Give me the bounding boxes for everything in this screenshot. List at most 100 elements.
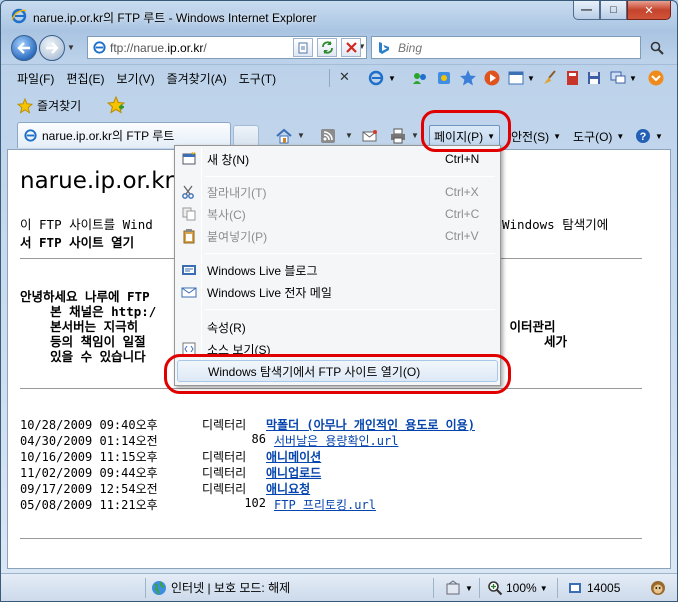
arrow-left-icon [17, 42, 30, 54]
menu-view[interactable]: 보기(V) [110, 70, 160, 86]
messenger-icon[interactable] [411, 69, 429, 87]
home-icon[interactable] [275, 127, 293, 145]
menu-bar: 파일(F) 편집(E) 보기(V) 즐겨찾기(A) 도구(T) ✕ ▼ ▼ ▼ [1, 64, 677, 90]
item-link[interactable]: FTP 프리토킹.url [274, 496, 376, 513]
favorites-button[interactable]: 즐겨찾기 [17, 97, 81, 114]
menu-separator [205, 253, 495, 254]
save-icon[interactable] [585, 69, 603, 87]
addon-monkey-icon[interactable] [649, 579, 667, 597]
menu-item-view-source[interactable]: 소스 보기(S) [177, 338, 498, 360]
menu-file[interactable]: 파일(F) [11, 70, 60, 86]
add-favorite-icon[interactable] [107, 96, 125, 114]
menu-separator [329, 69, 330, 87]
counter-value: 14005 [587, 581, 621, 595]
menu-tools[interactable]: 도구(T) [233, 70, 282, 86]
ie-toolbar-icon[interactable] [367, 69, 385, 87]
zoom-control[interactable]: 100% ▼ [487, 580, 548, 596]
tools-menu-button[interactable]: 도구(O) ▼ [569, 125, 628, 147]
tools-menu-chevron-icon: ▼ [616, 131, 625, 141]
minimize-button[interactable]: — [573, 1, 600, 20]
copy-icon [182, 207, 196, 221]
protected-mode-dropdown[interactable]: ▼ [465, 584, 473, 593]
menu-item-new-window[interactable]: 새 창(N) Ctrl+N [177, 148, 498, 170]
compatibility-view-button[interactable] [293, 38, 313, 57]
close-toolbar-button[interactable]: ✕ [339, 69, 350, 85]
menu-favorites[interactable]: 즐겨찾기(A) [161, 70, 233, 86]
search-box[interactable] [371, 36, 641, 59]
item-link[interactable]: 애니메이션 [266, 448, 321, 465]
globe-icon [152, 580, 166, 595]
search-icon [650, 41, 664, 55]
recent-pages-dropdown[interactable]: ▼ [67, 43, 75, 52]
menu-item-open-ftp-in-explorer[interactable]: Windows 탐색기에서 FTP 사이트 열기(O) [177, 360, 498, 382]
zoom-level: 100% [506, 581, 537, 595]
new-tab-button[interactable] [233, 125, 259, 147]
feed-dropdown[interactable]: ▼ [345, 131, 353, 140]
menu-item-label: 새 창(N) [207, 152, 250, 167]
browser-window: narue.ip.or.kr의 FTP 루트 - Windows Interne… [0, 0, 678, 602]
star-icon[interactable] [459, 69, 477, 87]
item-link[interactable]: 애니업로드 [266, 464, 321, 481]
ie-toolbar-dropdown[interactable]: ▼ [388, 74, 396, 83]
stop-button[interactable] [341, 38, 361, 57]
menu-item-label: Windows 탐색기에서 FTP 사이트 열기(O) [208, 364, 421, 379]
menu-item-copy[interactable]: 복사(C) Ctrl+C [177, 203, 498, 225]
status-separator [557, 578, 558, 598]
monitor-icon[interactable] [609, 69, 627, 87]
menu-edit[interactable]: 편집(E) [60, 70, 110, 86]
menu-item-shortcut: Ctrl+V [445, 229, 479, 243]
menu-item-live-mail[interactable]: Windows Live 전자 메일 [177, 281, 498, 303]
security-zone[interactable]: 인터넷 | 보호 모드: 해제 [151, 579, 290, 596]
window-dropdown[interactable]: ▼ [527, 74, 535, 83]
search-input[interactable] [396, 39, 616, 56]
menu-item-label: 잘라내기(T) [207, 185, 267, 200]
monitor-dropdown[interactable]: ▼ [629, 74, 637, 83]
play-icon[interactable] [483, 69, 501, 87]
maximize-button[interactable]: □ [600, 1, 627, 20]
forward-button[interactable] [39, 35, 65, 61]
puzzle-icon[interactable] [435, 69, 453, 87]
protected-mode-icon[interactable] [445, 580, 461, 596]
rss-feed-icon[interactable] [319, 127, 337, 145]
help-button[interactable]: ? ▼ [631, 125, 667, 147]
broom-icon[interactable] [541, 69, 559, 87]
addon-counter[interactable]: 14005 [567, 580, 620, 596]
item-link[interactable]: 애니요청 [266, 480, 310, 497]
down-circle-icon[interactable] [647, 69, 665, 87]
home-dropdown[interactable]: ▼ [297, 131, 305, 140]
refresh-icon [321, 41, 333, 54]
window-title: narue.ip.or.kr의 FTP 루트 - Windows Interne… [33, 11, 317, 25]
greeting-line5: 있을 수 있습니다 [20, 349, 146, 364]
print-dropdown[interactable]: ▼ [411, 131, 419, 140]
menu-item-shortcut: Ctrl+N [445, 152, 480, 166]
menu-item-cut[interactable]: 잘라내기(T) Ctrl+X [177, 181, 498, 203]
menu-item-properties[interactable]: 속성(R) [177, 316, 498, 338]
item-link[interactable]: 서버날은 용량확인.url [274, 432, 398, 449]
back-button[interactable] [11, 35, 37, 61]
menu-item-label: 복사(C) [207, 207, 246, 222]
status-bar: 인터넷 | 보호 모드: 해제 ▼ 100% ▼ 14005 [1, 573, 677, 601]
refresh-button[interactable] [317, 38, 337, 57]
safety-menu-button[interactable]: 안전(S) ▼ [507, 125, 565, 147]
page-dropdown-menu: 새 창(N) Ctrl+N 잘라내기(T) Ctrl+X 복사(C) Ctrl+… [174, 145, 501, 386]
menu-item-live-blog[interactable]: Windows Live 블로그 [177, 259, 498, 281]
address-toolbar: ▼ ftp://narue.ip.or.kr/ ▼ [1, 31, 677, 63]
window-icon[interactable] [507, 69, 525, 87]
close-button[interactable]: ✕ [627, 1, 671, 20]
item-size: 102 [244, 496, 266, 510]
menu-separator [205, 176, 495, 177]
print-icon[interactable] [389, 127, 407, 145]
menu-item-shortcut: Ctrl+C [445, 207, 480, 221]
item-size: 86 [251, 432, 266, 446]
search-button[interactable] [646, 38, 668, 57]
new-window-icon [182, 151, 196, 165]
item-link[interactable]: 막폴더 (아무나 개인적인 용도로 이용) [266, 416, 475, 433]
book-icon[interactable] [563, 69, 581, 87]
page-menu-button[interactable]: 페이지(P) ▼ [429, 125, 501, 147]
counter-icon [569, 583, 581, 593]
bing-logo-icon [379, 42, 389, 54]
mail-icon[interactable] [361, 127, 379, 145]
divider-2 [20, 388, 642, 389]
item-date: 10/16/2009 11:15오후 [20, 450, 158, 464]
menu-item-paste[interactable]: 붙여넣기(P) Ctrl+V [177, 225, 498, 247]
